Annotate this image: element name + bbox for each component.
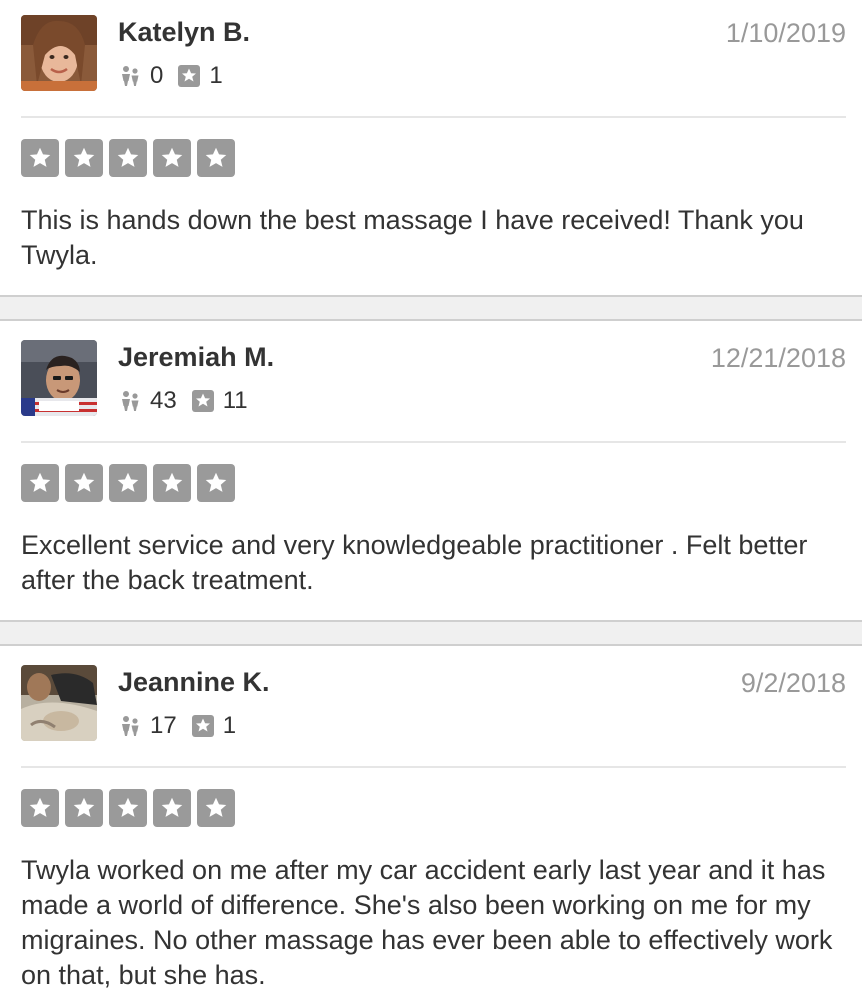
review-date: 1/10/2019 bbox=[725, 18, 846, 48]
star-rating bbox=[21, 789, 235, 827]
reviewer-name[interactable]: Katelyn B. bbox=[118, 17, 250, 48]
star-icon bbox=[153, 464, 191, 502]
star-icon bbox=[153, 789, 191, 827]
review-star-icon bbox=[191, 389, 215, 413]
star-icon bbox=[197, 789, 235, 827]
avatar[interactable] bbox=[21, 15, 97, 91]
review-text: This is hands down the best massage I ha… bbox=[21, 205, 804, 270]
review-star-icon bbox=[177, 64, 201, 88]
review-separator bbox=[0, 620, 862, 646]
star-icon bbox=[109, 464, 147, 502]
star-icon bbox=[65, 464, 103, 502]
review-card: Katelyn B. 1/10/2019 0 1 This is hands d… bbox=[0, 0, 862, 296]
divider bbox=[21, 766, 846, 768]
star-icon bbox=[21, 139, 59, 177]
star-icon bbox=[109, 139, 147, 177]
review-card: Jeremiah M. 12/21/2018 43 11 Excellent s… bbox=[0, 325, 862, 621]
star-icon bbox=[21, 789, 59, 827]
reviewer-stats: 17 1 bbox=[118, 711, 250, 741]
reviewer-name[interactable]: Jeremiah M. bbox=[118, 342, 274, 373]
reviewer-stats: 0 1 bbox=[118, 61, 237, 91]
friends-icon bbox=[118, 64, 142, 88]
star-icon bbox=[109, 789, 147, 827]
review-card: Jeannine K. 9/2/2018 17 1 Twyla worked o… bbox=[0, 650, 862, 1000]
star-icon bbox=[65, 789, 103, 827]
review-date: 9/2/2018 bbox=[740, 668, 846, 698]
divider bbox=[21, 441, 846, 443]
friends-icon bbox=[118, 714, 142, 738]
review-separator bbox=[0, 295, 862, 321]
review-date: 12/21/2018 bbox=[710, 343, 846, 373]
star-icon bbox=[197, 139, 235, 177]
review-count: 11 bbox=[222, 387, 248, 414]
avatar[interactable] bbox=[21, 665, 97, 741]
star-icon bbox=[65, 139, 103, 177]
divider bbox=[21, 116, 846, 118]
friends-icon bbox=[118, 389, 142, 413]
reviewer-stats: 43 11 bbox=[118, 386, 262, 416]
review-text: Excellent service and very knowledgeable… bbox=[21, 530, 808, 595]
review-text: Twyla worked on me after my car accident… bbox=[21, 855, 833, 990]
star-icon bbox=[153, 139, 191, 177]
review-count: 1 bbox=[209, 62, 223, 89]
avatar[interactable] bbox=[21, 340, 97, 416]
friends-count: 43 bbox=[150, 387, 177, 414]
star-icon bbox=[197, 464, 235, 502]
reviewer-name[interactable]: Jeannine K. bbox=[118, 667, 270, 698]
review-star-icon bbox=[191, 714, 215, 738]
star-rating bbox=[21, 464, 235, 502]
review-count: 1 bbox=[222, 712, 237, 739]
star-icon bbox=[21, 464, 59, 502]
friends-count: 0 bbox=[150, 62, 164, 89]
friends-count: 17 bbox=[150, 712, 177, 739]
star-rating bbox=[21, 139, 235, 177]
